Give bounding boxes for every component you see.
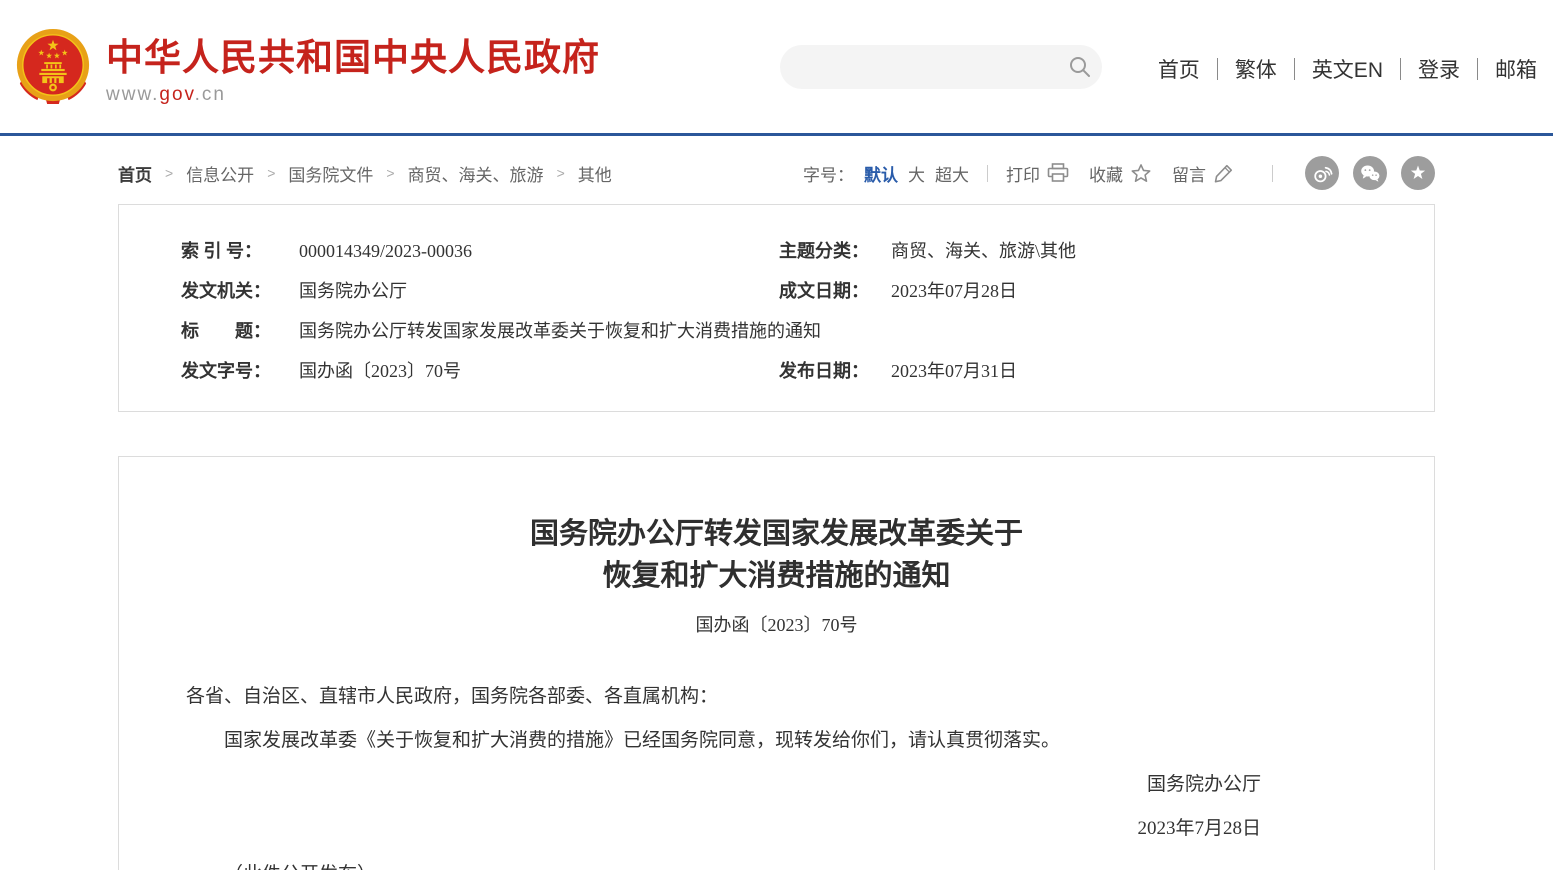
meta-title-value: 国务院办公厅转发国家发展改革委关于恢复和扩大消费措施的通知 [299, 311, 1414, 351]
comment-button[interactable]: 留言 [1172, 161, 1234, 186]
search-box[interactable] [780, 45, 1102, 89]
site-header: 中华人民共和国中央人民政府 www.gov.cn 首页 繁体 英文EN 登录 邮… [0, 0, 1553, 133]
breadcrumb-separator: > [267, 165, 275, 181]
star-icon [1130, 163, 1152, 184]
qzone-icon[interactable] [1401, 156, 1435, 190]
meta-docno-value: 国办函〔2023〕70号 [299, 351, 779, 391]
pencil-icon [1213, 163, 1234, 184]
breadcrumb-item-home[interactable]: 首页 [118, 161, 152, 186]
toolbar-divider [987, 165, 988, 182]
comment-label: 留言 [1172, 161, 1206, 186]
meta-published-date-label: 发布日期： [779, 351, 891, 391]
document-public-release-note: （此件公开发布） [186, 859, 1367, 870]
document-salutation: 各省、自治区、直辖市人民政府，国务院各部委、各直属机构： [186, 681, 1367, 713]
font-size-xlarge[interactable]: 超大 [935, 161, 969, 186]
site-url: www.gov.cn [106, 84, 600, 106]
meta-category-value: 商贸、海关、旅游\其他 [891, 231, 1414, 271]
breadcrumb-separator: > [557, 165, 565, 181]
breadcrumb-item-state-council-docs[interactable]: 国务院文件 [288, 161, 373, 186]
print-button[interactable]: 打印 [1006, 161, 1069, 186]
font-size-default[interactable]: 默认 [864, 161, 898, 186]
wechat-icon[interactable] [1353, 156, 1387, 190]
header-divider [0, 133, 1553, 136]
breadcrumb-item-other[interactable]: 其他 [578, 161, 612, 186]
meta-published-date-value: 2023年07月31日 [891, 351, 1414, 391]
top-nav: 首页 繁体 英文EN 登录 邮箱 [1158, 54, 1537, 84]
search-icon [1068, 55, 1092, 79]
font-size-large[interactable]: 大 [908, 161, 925, 186]
nav-divider [1217, 58, 1218, 80]
meta-written-date-label: 成文日期： [779, 271, 891, 311]
meta-issuer-label: 发文机关： [181, 271, 299, 311]
document-meta-grid: 索 引 号： 000014349/2023-00036 主题分类： 商贸、海关、… [119, 205, 1434, 411]
meta-issuer-value: 国务院办公厅 [299, 271, 779, 311]
share-icons [1291, 156, 1435, 190]
document-body: 各省、自治区、直辖市人民政府，国务院各部委、各直属机构： 国家发展改革委《关于恢… [186, 681, 1367, 870]
url-cn: .cn [195, 84, 226, 105]
nav-divider [1294, 58, 1295, 80]
nav-divider [1477, 58, 1478, 80]
font-size-label: 字号： [803, 161, 854, 186]
document-box: 国务院办公厅转发国家发展改革委关于 恢复和扩大消费措施的通知 国办函〔2023〕… [118, 456, 1435, 870]
url-www: www. [106, 84, 159, 105]
document-signer: 国务院办公厅 [186, 769, 1367, 801]
meta-index-label: 索 引 号： [181, 231, 299, 271]
national-emblem-icon [14, 26, 92, 108]
breadcrumb-separator: > [165, 165, 173, 181]
breadcrumb-toolbar-row: 首页 > 信息公开 > 国务院文件 > 商贸、海关、旅游 > 其他 字号： 默认… [118, 158, 1435, 188]
favorite-button[interactable]: 收藏 [1089, 161, 1152, 186]
search-input[interactable] [780, 45, 1058, 89]
nav-login[interactable]: 登录 [1418, 54, 1460, 84]
breadcrumb-item-commerce-customs-tourism[interactable]: 商贸、海关、旅游 [408, 161, 544, 186]
document-title: 国务院办公厅转发国家发展改革委关于 恢复和扩大消费措施的通知 [186, 513, 1367, 597]
nav-traditional[interactable]: 繁体 [1235, 54, 1277, 84]
breadcrumb-item-info-disclosure[interactable]: 信息公开 [186, 161, 254, 186]
page-tools: 字号： 默认 大 超大 打印 收藏 [803, 156, 1435, 190]
weibo-icon[interactable] [1305, 156, 1339, 190]
search-button[interactable] [1058, 45, 1102, 89]
print-label: 打印 [1006, 161, 1040, 186]
breadcrumb-separator: > [386, 165, 394, 181]
favorite-label: 收藏 [1089, 161, 1123, 186]
meta-index-value: 000014349/2023-00036 [299, 231, 779, 271]
page: 中华人民共和国中央人民政府 www.gov.cn 首页 繁体 英文EN 登录 邮… [0, 0, 1553, 870]
meta-docno-label: 发文字号： [181, 351, 299, 391]
document-number: 国办函〔2023〕70号 [186, 611, 1367, 637]
site-title: 中华人民共和国中央人民政府 [106, 38, 600, 78]
nav-divider [1400, 58, 1401, 80]
breadcrumb: 首页 > 信息公开 > 国务院文件 > 商贸、海关、旅游 > 其他 [118, 161, 612, 186]
nav-english[interactable]: 英文EN [1312, 54, 1383, 84]
brand-text: 中华人民共和国中央人民政府 www.gov.cn [106, 26, 600, 106]
document-title-line1: 国务院办公厅转发国家发展改革委关于 [530, 518, 1023, 550]
nav-home[interactable]: 首页 [1158, 54, 1200, 84]
document-meta-box: 索 引 号： 000014349/2023-00036 主题分类： 商贸、海关、… [118, 204, 1435, 412]
meta-category-label: 主题分类： [779, 231, 891, 271]
meta-written-date-value: 2023年07月28日 [891, 271, 1414, 311]
nav-mail[interactable]: 邮箱 [1495, 54, 1537, 84]
site-logo-link[interactable]: 中华人民共和国中央人民政府 www.gov.cn [14, 26, 600, 108]
meta-title-label: 标 题： [181, 311, 299, 351]
document-paragraph: 国家发展改革委《关于恢复和扩大消费的措施》已经国务院同意，现转发给你们，请认真贯… [186, 725, 1367, 757]
url-gov: gov [159, 84, 194, 105]
content-column: 首页 > 信息公开 > 国务院文件 > 商贸、海关、旅游 > 其他 字号： 默认… [118, 158, 1435, 870]
document-title-line2: 恢复和扩大消费措施的通知 [602, 560, 950, 592]
toolbar-divider [1272, 165, 1273, 182]
printer-icon [1047, 163, 1069, 183]
document-sign-date: 2023年7月28日 [186, 813, 1367, 845]
